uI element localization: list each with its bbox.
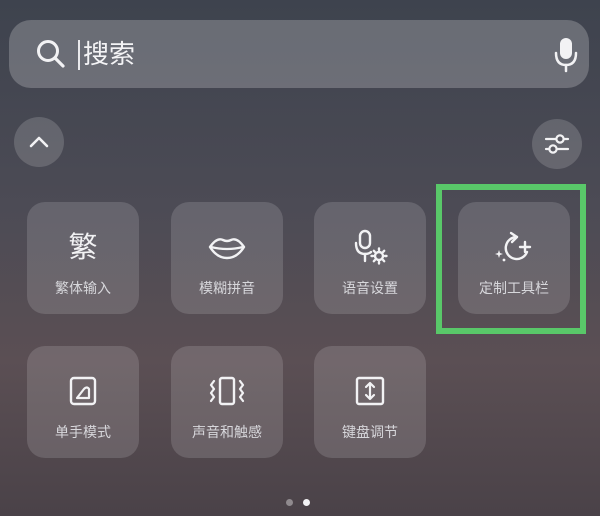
voice-settings-icon bbox=[354, 229, 388, 265]
page-dot-2-active[interactable] bbox=[303, 499, 310, 506]
tool-label: 单手模式 bbox=[55, 425, 111, 441]
sound-vibration-icon bbox=[209, 376, 245, 406]
tool-keyboard-resize[interactable]: 键盘调节 bbox=[314, 346, 426, 458]
sliders-icon bbox=[544, 134, 570, 154]
tool-fuzzy-pinyin[interactable]: 模糊拼音 bbox=[171, 202, 283, 314]
settings-button[interactable] bbox=[532, 119, 582, 169]
tool-label: 繁体输入 bbox=[55, 281, 111, 297]
search-icon bbox=[37, 40, 65, 68]
tool-sound-vibration[interactable]: 声音和触感 bbox=[171, 346, 283, 458]
microphone-icon[interactable] bbox=[553, 36, 579, 74]
tool-label: 声音和触感 bbox=[192, 425, 262, 441]
collapse-button[interactable] bbox=[14, 117, 64, 167]
page-dot-1[interactable] bbox=[286, 499, 293, 506]
keyboard-resize-icon bbox=[355, 376, 385, 406]
text-cursor bbox=[78, 40, 80, 70]
highlight-box bbox=[436, 184, 586, 334]
tool-label: 语音设置 bbox=[342, 281, 398, 297]
search-bar[interactable] bbox=[9, 20, 589, 88]
search-input[interactable] bbox=[83, 35, 513, 75]
traditional-chinese-icon: 繁 bbox=[68, 230, 98, 264]
tool-label: 模糊拼音 bbox=[199, 281, 255, 297]
one-hand-mode-icon bbox=[69, 376, 97, 406]
chevron-up-icon bbox=[29, 136, 49, 148]
lips-icon bbox=[208, 238, 246, 260]
tool-one-hand-mode[interactable]: 单手模式 bbox=[27, 346, 139, 458]
tool-label: 键盘调节 bbox=[342, 425, 398, 441]
tool-traditional-chinese[interactable]: 繁 繁体输入 bbox=[27, 202, 139, 314]
tool-voice-settings[interactable]: 语音设置 bbox=[314, 202, 426, 314]
